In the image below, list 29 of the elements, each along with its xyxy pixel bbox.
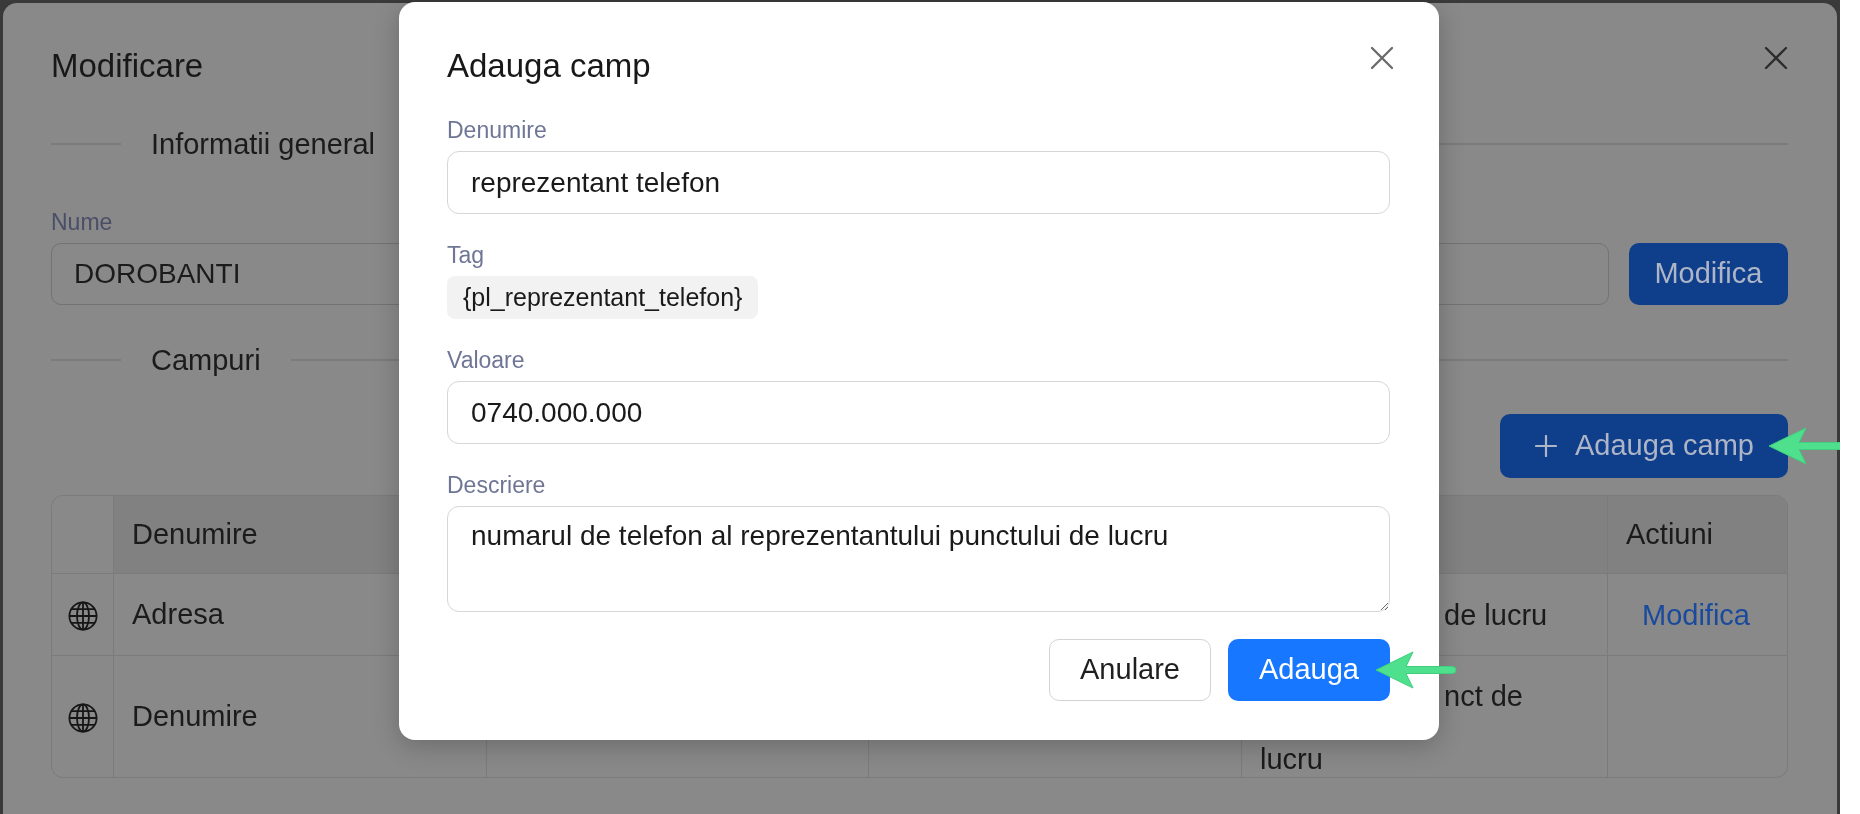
submit-button[interactable]: Adauga xyxy=(1228,639,1390,701)
close-icon[interactable] xyxy=(1370,46,1394,70)
dialog-title: Modificare xyxy=(51,46,204,86)
text-field[interactable]: reprezentant telefon xyxy=(447,151,1390,214)
cell-text: nct de xyxy=(1444,679,1524,714)
column-header: Actiuni xyxy=(1608,496,1787,574)
modify-button[interactable]: Modifica xyxy=(1628,243,1788,305)
field-label: Denumire xyxy=(447,116,547,144)
section-title: Informatii general xyxy=(151,127,376,162)
cell-text: de lucru xyxy=(1444,597,1549,633)
cell-text: Adresa xyxy=(132,597,224,630)
field-label: Descriere xyxy=(447,471,546,499)
field-label: Tag xyxy=(447,241,485,269)
annotation-arrow xyxy=(1768,427,1840,465)
section-title: Campuri xyxy=(151,343,261,378)
dialog-title: Adauga camp xyxy=(447,46,651,86)
close-icon[interactable] xyxy=(1764,46,1788,70)
text-area[interactable]: numarul de telefon al reprezentantului punctului de lucru xyxy=(447,506,1390,612)
tag-value: {pl_reprezentant_telefon} xyxy=(447,276,759,319)
field-label: Valoare xyxy=(447,346,525,374)
cancel-button[interactable]: Anulare xyxy=(1049,639,1211,701)
globe-icon xyxy=(67,601,98,632)
text-field[interactable]: 0740.000.000 xyxy=(447,381,1390,444)
cell-text: Denumire xyxy=(132,699,258,732)
field-label: Nume xyxy=(51,208,113,236)
plus-icon xyxy=(1535,435,1557,457)
globe-icon xyxy=(67,703,98,734)
add-field-button[interactable]: Adauga camp xyxy=(1500,414,1788,478)
cell-text: lucru xyxy=(1260,742,1324,776)
